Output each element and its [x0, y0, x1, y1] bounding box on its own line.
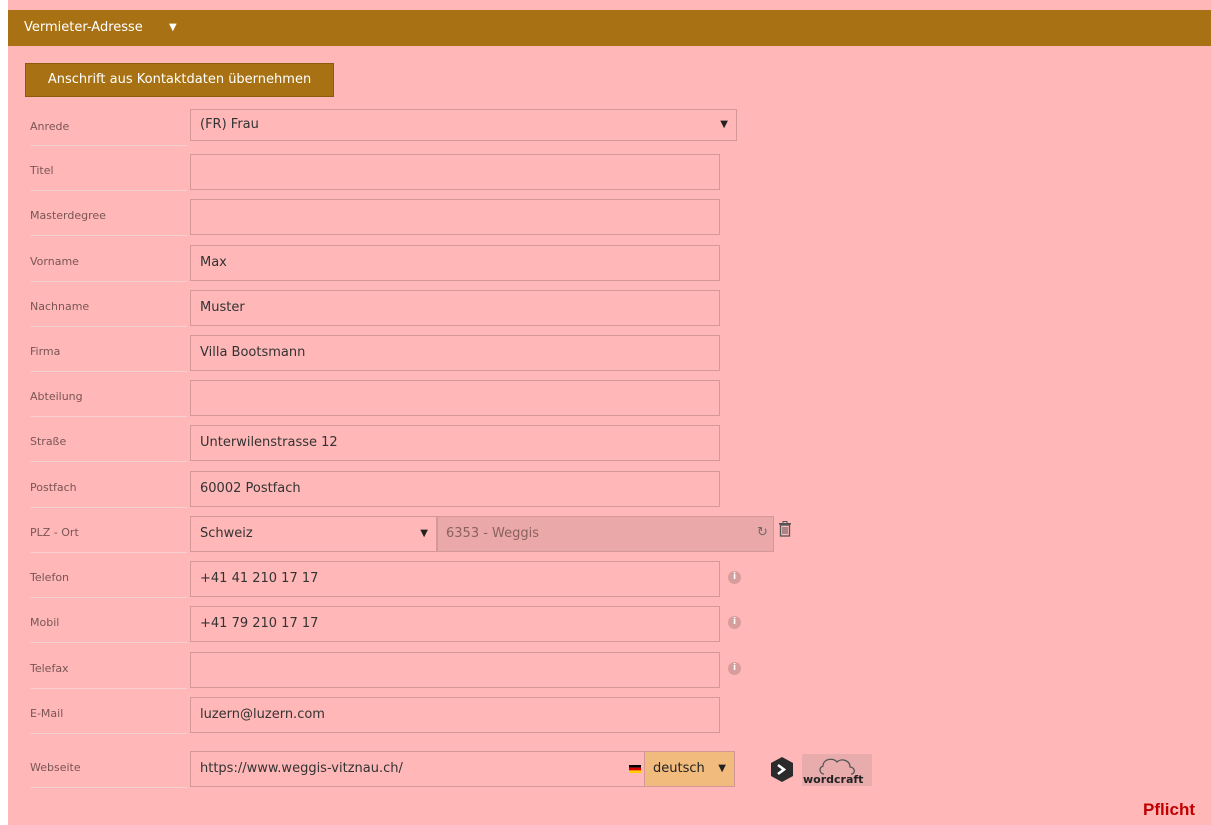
webseite-input[interactable]: https://www.weggis-vitznau.ch/ [190, 751, 645, 787]
email-label: E-Mail [30, 707, 64, 720]
divider [30, 190, 187, 191]
chevron-down-icon: ▼ [720, 119, 728, 130]
masterdegree-label: Masterdegree [30, 209, 106, 222]
language-value: deutsch [653, 761, 705, 776]
caret-down-icon[interactable]: ▼ [169, 10, 177, 46]
info-icon[interactable]: i [728, 616, 741, 629]
mobil-label: Mobil [30, 616, 60, 629]
firma-label: Firma [30, 345, 61, 358]
chevron-down-icon: ▼ [718, 763, 726, 774]
vorname-input[interactable]: Max [190, 245, 720, 281]
divider [30, 416, 187, 417]
divider [30, 733, 187, 734]
divider [30, 145, 187, 146]
nachname-input[interactable]: Muster [190, 290, 720, 326]
telefon-input[interactable]: +41 41 210 17 17 [190, 561, 720, 597]
email-input[interactable]: luzern@luzern.com [190, 697, 720, 733]
section-header[interactable]: Vermieter-Adresse ▼ [8, 10, 1211, 46]
plz-ort-input[interactable]: 6353 - Weggis [437, 516, 774, 552]
divider [30, 281, 187, 282]
section-title: Vermieter-Adresse [24, 20, 143, 35]
abteilung-input[interactable] [190, 380, 720, 416]
info-icon[interactable]: i [728, 662, 741, 675]
anrede-select[interactable]: (FR) Frau ▼ [190, 109, 737, 141]
divider [30, 597, 187, 598]
titel-input[interactable] [190, 154, 720, 190]
postfach-label: Postfach [30, 481, 77, 494]
nachname-label: Nachname [30, 300, 90, 313]
divider [30, 642, 187, 643]
webseite-label: Webseite [30, 761, 81, 774]
german-flag-icon [629, 765, 641, 773]
divider [30, 235, 187, 236]
wordcraft-hex-icon[interactable] [771, 757, 793, 782]
firma-input[interactable]: Villa Bootsmann [190, 335, 720, 371]
mobil-input[interactable]: +41 79 210 17 17 [190, 606, 720, 642]
anrede-value: (FR) Frau [200, 117, 259, 132]
country-select[interactable]: Schweiz ▼ [190, 516, 437, 552]
divider [30, 326, 187, 327]
divider [30, 787, 187, 788]
vorname-label: Vorname [30, 255, 79, 268]
divider [30, 552, 187, 553]
plz-ort-label: PLZ - Ort [30, 526, 79, 539]
telefax-label: Telefax [30, 662, 69, 675]
abteilung-label: Abteilung [30, 390, 83, 403]
postfach-input[interactable]: 60002 Postfach [190, 471, 720, 507]
required-note: Pflicht [1143, 800, 1195, 819]
divider [30, 688, 187, 689]
info-icon[interactable]: i [728, 571, 741, 584]
anrede-label: Anrede [30, 120, 70, 133]
country-value: Schweiz [200, 526, 253, 541]
divider [30, 461, 187, 462]
trash-icon[interactable] [778, 521, 792, 537]
strasse-input[interactable]: Unterwilenstrasse 12 [190, 425, 720, 461]
telefax-input[interactable] [190, 652, 720, 688]
language-select[interactable]: deutsch ▼ [644, 751, 735, 787]
telefon-label: Telefon [30, 571, 70, 584]
divider [30, 507, 187, 508]
chevron-down-icon: ▼ [420, 528, 428, 539]
wordcraft-wordmark: wordcraft [803, 773, 864, 786]
strasse-label: Straße [30, 435, 67, 448]
copy-contact-address-button[interactable]: Anschrift aus Kontaktdaten übernehmen [25, 63, 334, 97]
refresh-icon[interactable]: ↻ [757, 525, 768, 540]
divider [30, 371, 187, 372]
masterdegree-input[interactable] [190, 199, 720, 235]
titel-label: Titel [30, 164, 54, 177]
